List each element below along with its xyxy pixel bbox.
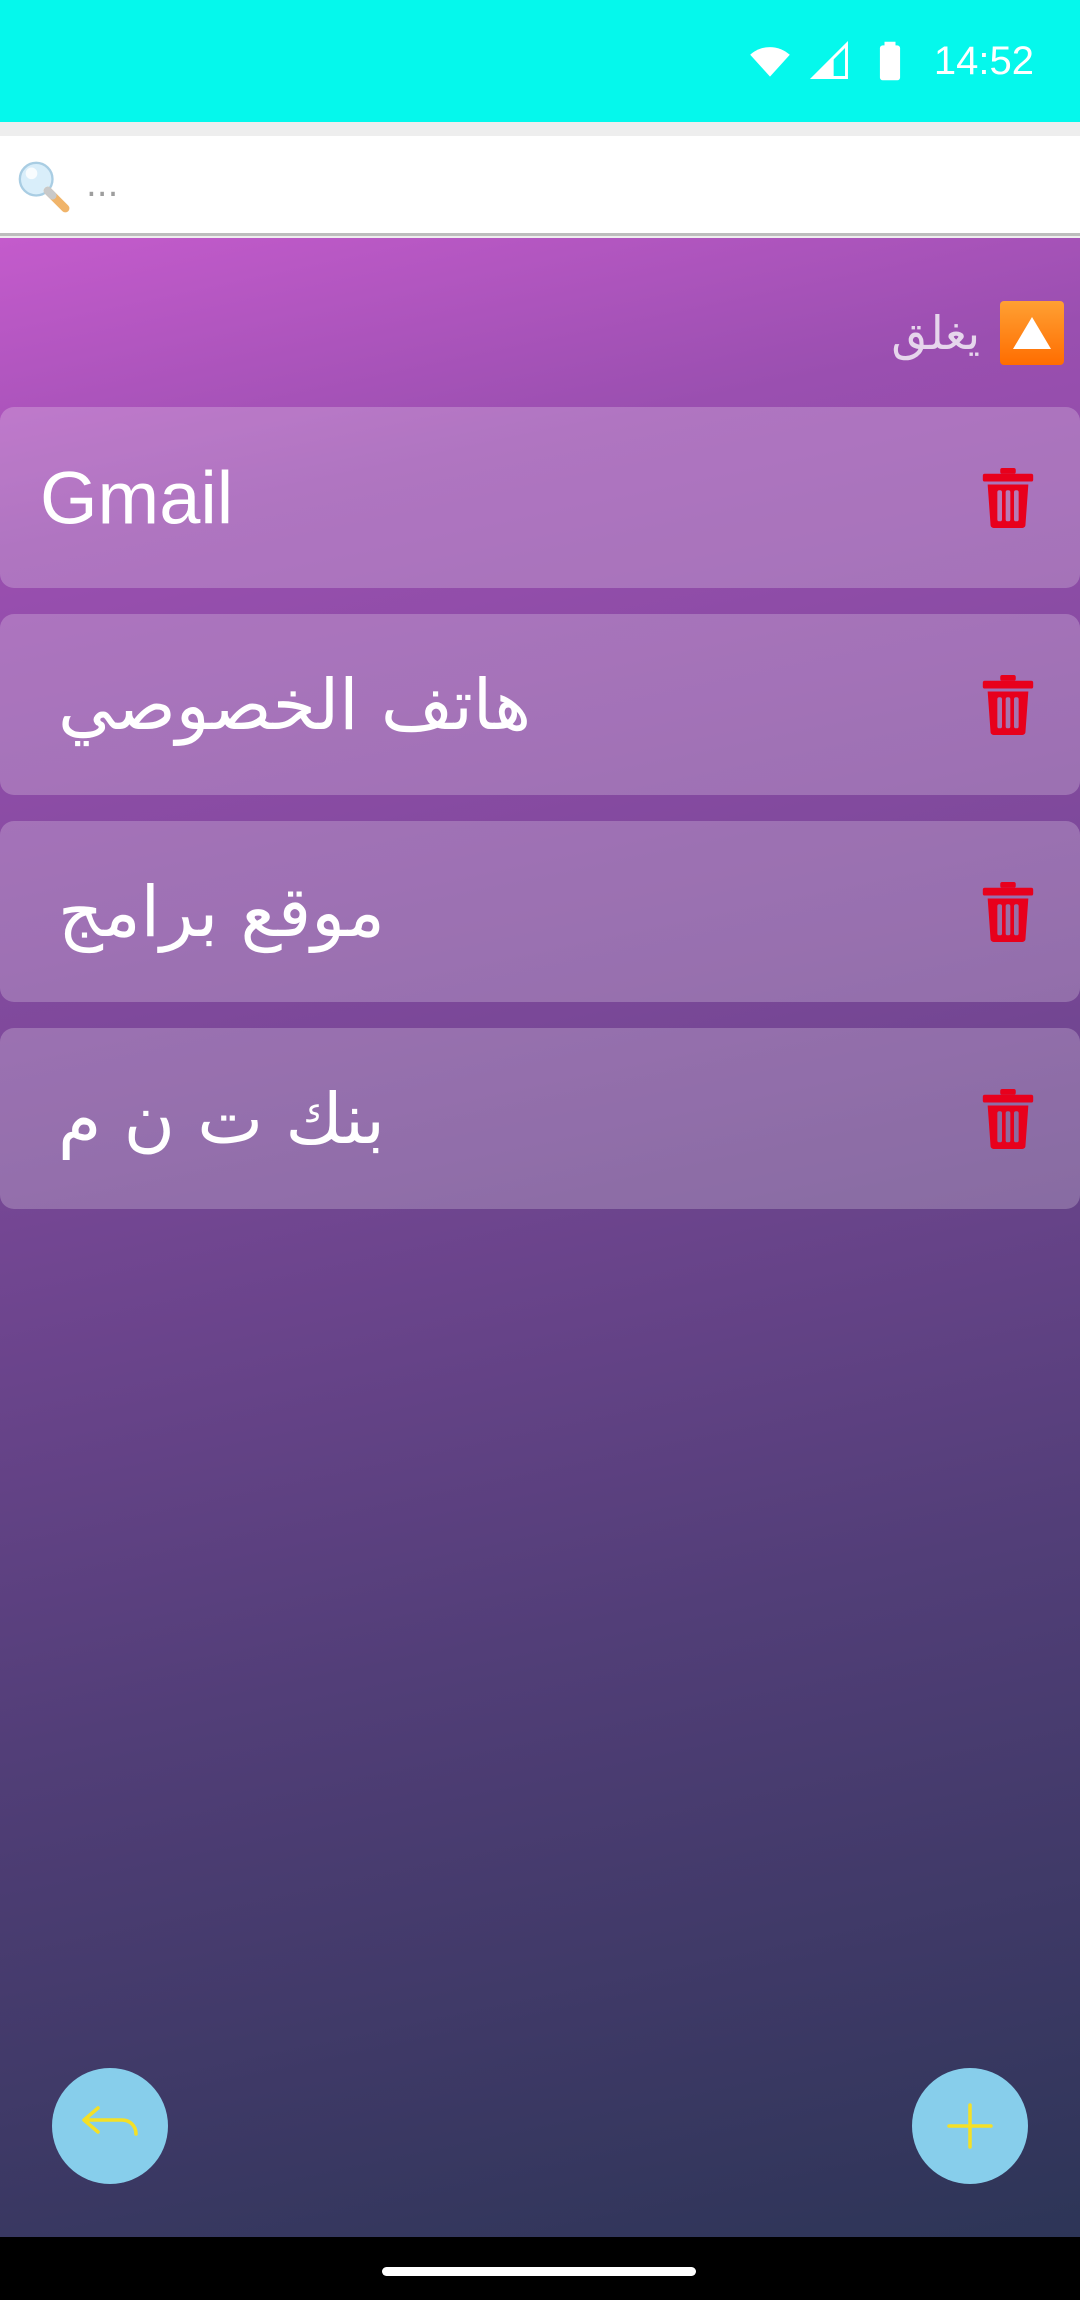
cell-signal-icon bbox=[809, 40, 848, 79]
entry-item[interactable]: Gmail bbox=[0, 407, 1080, 588]
return-arrow-icon bbox=[82, 2106, 138, 2136]
collapse-arrow-up-icon bbox=[1000, 301, 1064, 365]
plus-icon bbox=[947, 2103, 993, 2149]
magnifier-icon bbox=[18, 161, 70, 212]
trash-icon[interactable] bbox=[980, 467, 1036, 529]
back-button[interactable] bbox=[52, 2068, 168, 2184]
search-area bbox=[0, 122, 1080, 238]
entry-name: هاتف الخصوصي bbox=[58, 663, 532, 746]
entry-item[interactable]: موقع برامج bbox=[0, 821, 1080, 1002]
trash-icon[interactable] bbox=[980, 881, 1036, 943]
search-input[interactable] bbox=[86, 144, 1046, 225]
status-bar: 14:52 bbox=[0, 0, 1080, 122]
entry-name: بنك ت ن م bbox=[58, 1077, 385, 1160]
entry-item[interactable]: بنك ت ن م bbox=[0, 1028, 1080, 1209]
collapse-label: يغلق bbox=[891, 306, 980, 360]
collapse-toggle[interactable]: يغلق bbox=[891, 300, 1064, 366]
battery-icon bbox=[879, 41, 900, 81]
clock: 14:52 bbox=[933, 38, 1034, 83]
trash-icon[interactable] bbox=[980, 674, 1036, 736]
screen: 14:52 يغلق Gmail bbox=[0, 0, 1080, 2300]
entry-name: موقع برامج bbox=[58, 870, 385, 953]
home-indicator[interactable] bbox=[382, 2267, 696, 2276]
entry-item[interactable]: هاتف الخصوصي bbox=[0, 614, 1080, 795]
search-bar[interactable] bbox=[0, 136, 1080, 236]
navigation-bar bbox=[0, 2237, 1080, 2300]
add-button[interactable] bbox=[912, 2068, 1028, 2184]
entry-name: Gmail bbox=[40, 456, 234, 539]
main-content: يغلق Gmail هاتف الخصوصي موقع برامج بنك ت… bbox=[0, 238, 1080, 2237]
trash-icon[interactable] bbox=[980, 1088, 1036, 1150]
wifi-icon bbox=[750, 47, 790, 77]
